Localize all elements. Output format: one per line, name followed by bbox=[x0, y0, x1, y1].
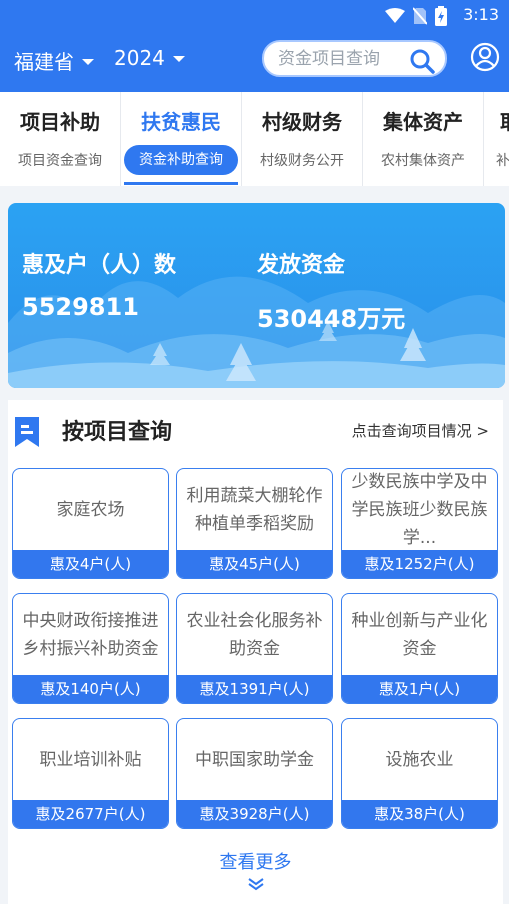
double-chevron-down-icon[interactable] bbox=[8, 876, 503, 895]
tab-subtitle: 村级财务公开 bbox=[260, 153, 344, 169]
tab-title: 扶贫惠民 bbox=[141, 110, 221, 134]
project-name: 职业培训补贴 bbox=[39, 750, 142, 770]
tab-title: 项目补助 bbox=[20, 110, 100, 134]
status-bar: 3:13 bbox=[0, 0, 509, 30]
project-name: 家庭农场 bbox=[56, 500, 125, 520]
wifi-icon bbox=[385, 8, 405, 23]
province-label: 福建省 bbox=[14, 50, 74, 74]
households-label: 惠及户（人）数 bbox=[22, 253, 177, 278]
project-count: 惠及140户(人) bbox=[13, 675, 168, 703]
battery-icon bbox=[435, 6, 447, 26]
tab-subtitle: 项目资金查询 bbox=[18, 153, 102, 169]
query-projects-link[interactable]: 点击查询项目情况 > bbox=[352, 420, 489, 441]
project-name: 少数民族中学及中学民族班少数民族学... bbox=[351, 472, 488, 548]
project-count: 惠及38户(人) bbox=[342, 800, 497, 828]
tab-partial[interactable]: 耶 补 bbox=[484, 92, 509, 186]
project-card[interactable]: 少数民族中学及中学民族班少数民族学... 惠及1252户(人) bbox=[341, 468, 498, 579]
category-tabs: 项目补助 项目资金查询 扶贫惠民 资金补助查询 村级财务 村级财务公开 集体资产… bbox=[0, 92, 509, 186]
tab-collective-assets[interactable]: 集体资产 农村集体资产 bbox=[363, 92, 484, 186]
funds-label: 发放资金 bbox=[257, 253, 346, 278]
tab-subtitle: 补 bbox=[496, 153, 509, 169]
search-icon[interactable] bbox=[409, 48, 435, 74]
funds-value: 530448万元 bbox=[257, 305, 406, 333]
project-card[interactable]: 职业培训补贴 惠及2677户(人) bbox=[12, 718, 169, 829]
project-count: 惠及1391户(人) bbox=[177, 675, 332, 703]
tab-village-finance[interactable]: 村级财务 村级财务公开 bbox=[242, 92, 363, 186]
province-selector[interactable]: 福建省 bbox=[14, 46, 94, 75]
project-count: 惠及2677户(人) bbox=[13, 800, 168, 828]
tab-poverty-relief[interactable]: 扶贫惠民 资金补助查询 bbox=[121, 92, 242, 186]
project-card[interactable]: 种业创新与产业化资金 惠及1户(人) bbox=[341, 593, 498, 704]
sim-off-icon bbox=[413, 7, 427, 25]
view-more-button[interactable]: 查看更多 bbox=[8, 848, 503, 874]
tab-title: 村级财务 bbox=[262, 110, 342, 134]
year-selector[interactable]: 2024 bbox=[114, 46, 185, 70]
tab-title: 耶 bbox=[500, 106, 509, 135]
search-input[interactable] bbox=[278, 49, 408, 69]
project-card[interactable]: 中职国家助学金 惠及3928户(人) bbox=[176, 718, 333, 829]
project-name: 中职国家助学金 bbox=[195, 750, 314, 770]
project-card[interactable]: 中央财政衔接推进乡村振兴补助资金 惠及140户(人) bbox=[12, 593, 169, 704]
project-count: 惠及3928户(人) bbox=[177, 800, 332, 828]
section-title: 按项目查询 bbox=[62, 420, 173, 445]
caret-down-icon bbox=[172, 56, 185, 62]
year-label: 2024 bbox=[114, 46, 165, 70]
project-name: 农业社会化服务补助资金 bbox=[186, 611, 323, 659]
status-time: 3:13 bbox=[463, 5, 499, 24]
tab-project-subsidy[interactable]: 项目补助 项目资金查询 bbox=[0, 92, 121, 186]
caret-down-icon bbox=[82, 58, 94, 65]
status-icons bbox=[385, 6, 447, 26]
summary-banner: 惠及户（人）数 5529811 发放资金 530448万元 bbox=[8, 203, 505, 388]
project-card[interactable]: 设施农业 惠及38户(人) bbox=[341, 718, 498, 829]
bookmark-icon bbox=[15, 417, 39, 447]
search-box[interactable] bbox=[262, 40, 447, 77]
project-name: 设施农业 bbox=[385, 750, 454, 770]
tab-title: 集体资产 bbox=[383, 110, 463, 134]
project-count: 惠及1252户(人) bbox=[342, 550, 497, 578]
active-tab-indicator bbox=[124, 182, 238, 185]
project-card[interactable]: 农业社会化服务补助资金 惠及1391户(人) bbox=[176, 593, 333, 704]
project-card[interactable]: 家庭农场 惠及4户(人) bbox=[12, 468, 169, 579]
project-name: 中央财政衔接推进乡村振兴补助资金 bbox=[22, 611, 159, 659]
project-name: 利用蔬菜大棚轮作种植单季稻奖励 bbox=[186, 486, 323, 534]
app-header: 3:13 福建省 2024 bbox=[0, 0, 509, 92]
households-value: 5529811 bbox=[22, 293, 139, 321]
project-name: 种业创新与产业化资金 bbox=[351, 611, 488, 659]
project-query-section: 按项目查询 点击查询项目情况 > 家庭农场 惠及4户(人) 利用蔬菜大棚轮作种植… bbox=[8, 400, 503, 904]
project-card[interactable]: 利用蔬菜大棚轮作种植单季稻奖励 惠及45户(人) bbox=[176, 468, 333, 579]
tab-subtitle: 农村集体资产 bbox=[381, 153, 465, 169]
project-count: 惠及1户(人) bbox=[342, 675, 497, 703]
project-count: 惠及45户(人) bbox=[177, 550, 332, 578]
project-count: 惠及4户(人) bbox=[13, 550, 168, 578]
tab-subtitle: 资金补助查询 bbox=[124, 145, 238, 175]
user-profile-icon[interactable] bbox=[470, 42, 500, 72]
